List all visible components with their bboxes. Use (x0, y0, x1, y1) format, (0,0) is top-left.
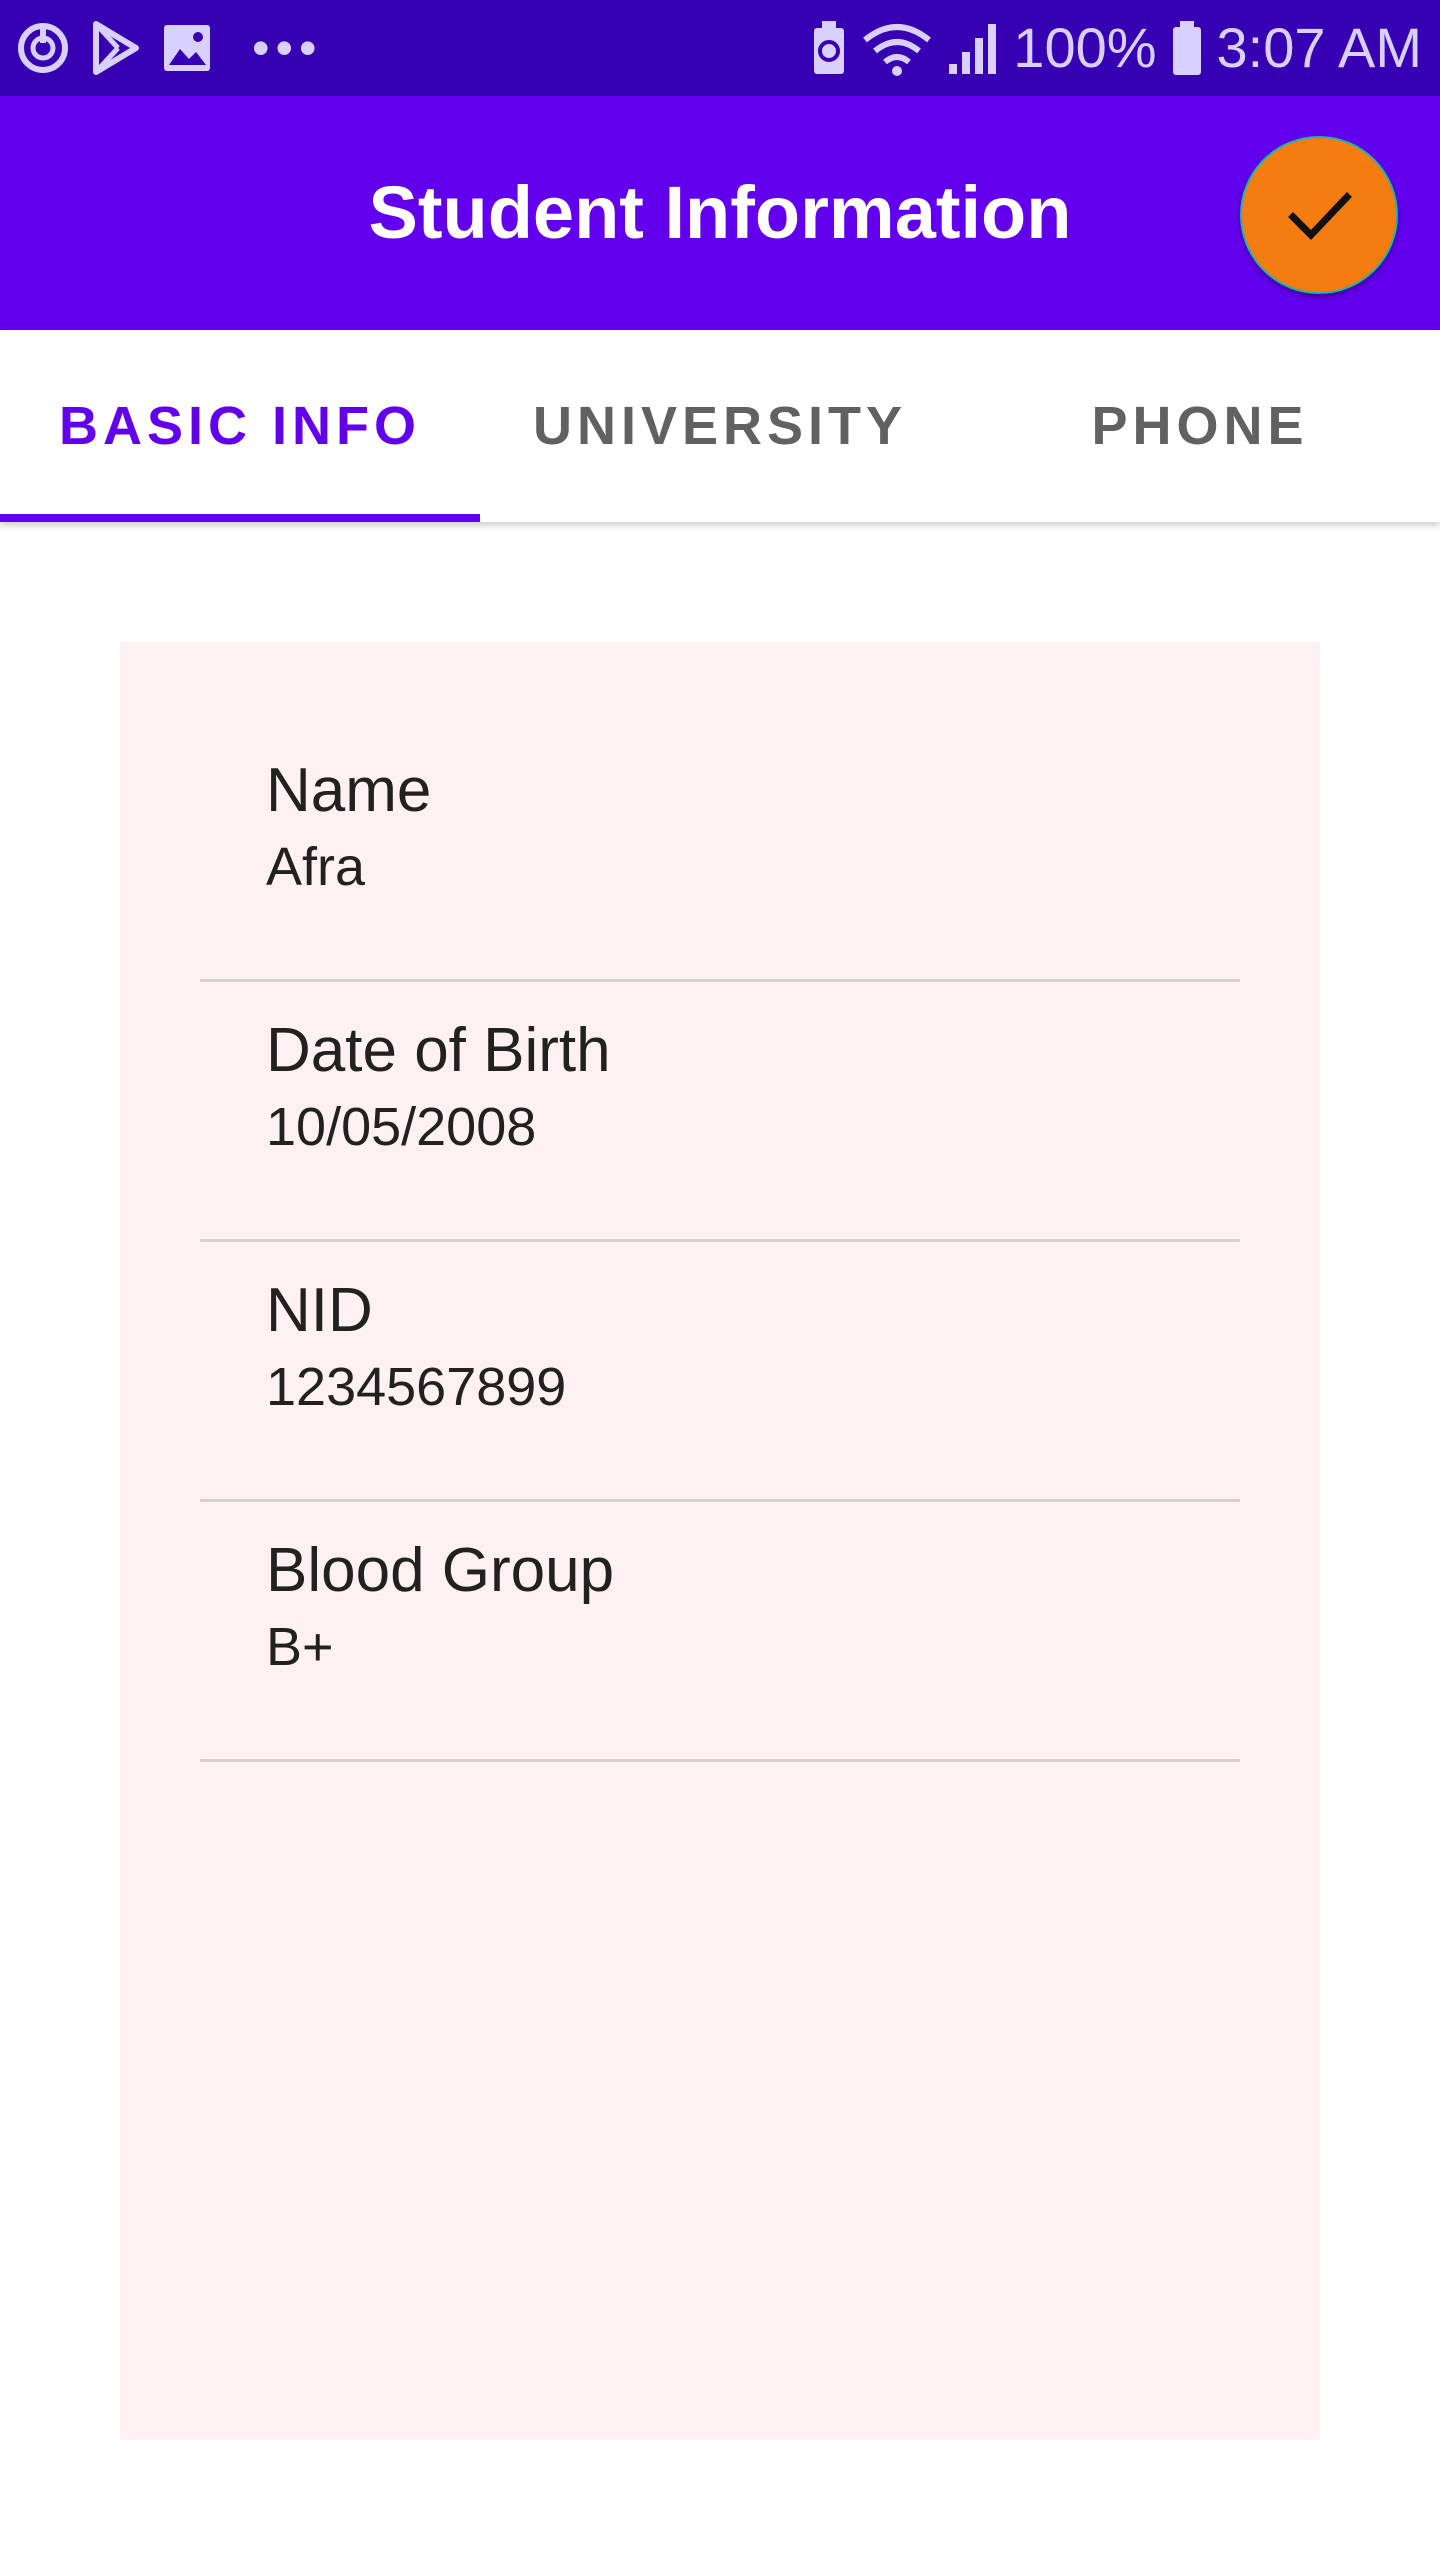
battery-saver-icon (814, 21, 845, 74)
date-of-birth-field: Date of Birth 10/05/2008 (200, 902, 1240, 1242)
tab-university[interactable]: UNIVERSITY (480, 330, 960, 522)
app-bar: Student Information (0, 96, 1440, 330)
sync-icon (18, 23, 68, 73)
signal-icon (949, 24, 997, 74)
check-icon (1288, 192, 1352, 241)
field-label: NID (266, 1276, 373, 1345)
system-icons: 100% 3:07 AM (811, 14, 1422, 82)
save-button[interactable] (1240, 136, 1398, 294)
tab-label: UNIVERSITY (532, 396, 908, 456)
wifi-icon (863, 24, 932, 76)
basic-info-card: Name Afra Date of Birth 10/05/2008 NID 1… (120, 642, 1320, 2440)
field-label: Blood Group (266, 1536, 615, 1605)
notification-icons: ••• (16, 18, 323, 78)
field-value: 1234567899 (266, 1357, 567, 1417)
tab-indicator (0, 514, 480, 522)
field-value: 10/05/2008 (266, 1097, 537, 1157)
play-store-icon (93, 21, 139, 75)
field-value: B+ (266, 1617, 334, 1677)
divider (200, 1759, 1240, 1762)
battery-percentage: 100% (1013, 16, 1157, 79)
clock: 3:07 AM (1216, 16, 1422, 79)
tab-label: BASIC INFO (58, 396, 421, 456)
tab-phone[interactable]: PHONE (960, 330, 1440, 522)
nid-field: NID 1234567899 (200, 1162, 1240, 1502)
gallery-icon (164, 25, 210, 71)
battery-icon (1172, 21, 1201, 75)
tab-bar: BASIC INFO UNIVERSITY PHONE (0, 330, 1440, 522)
name-field: Name Afra (200, 642, 1240, 982)
tab-label: PHONE (1091, 396, 1309, 456)
blood-group-field: Blood Group B+ (200, 1422, 1240, 1762)
tab-basic-info[interactable]: BASIC INFO (0, 330, 480, 522)
field-label: Date of Birth (266, 1016, 611, 1085)
more-notifications-icon: ••• (252, 20, 323, 76)
field-value: Afra (266, 837, 366, 897)
status-bar: ••• 100% 3:07 AM (0, 0, 1440, 96)
page-title: Student Information (368, 171, 1072, 254)
field-label: Name (266, 756, 432, 825)
